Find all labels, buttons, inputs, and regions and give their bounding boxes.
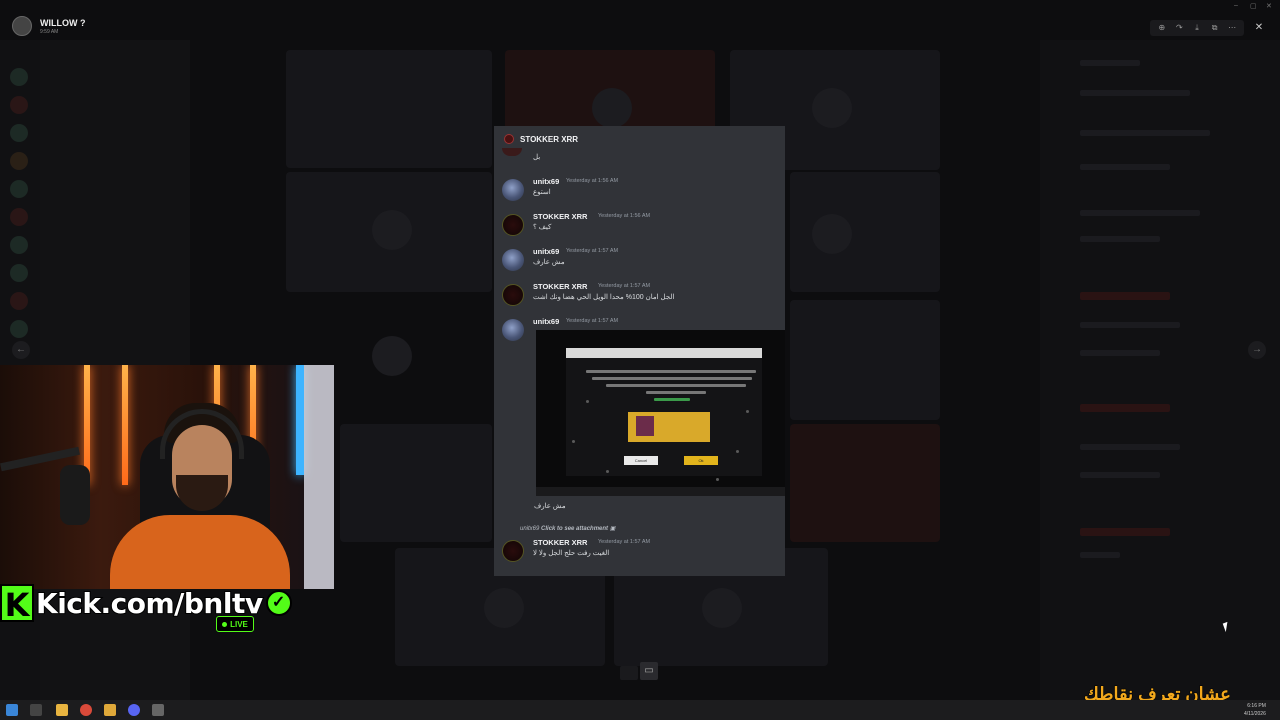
post-time: 9:59 AM (40, 28, 59, 35)
app-icon[interactable] (152, 704, 164, 716)
message-text: كيف ؟ (533, 224, 552, 231)
screen-icon: ▭ (640, 662, 658, 680)
windows-taskbar: 6:16 PM 4/11/2026 (0, 700, 1280, 720)
video-tile (340, 424, 492, 542)
author-name: STOKKER XRR (533, 212, 588, 221)
zoom-icon[interactable]: ⊕ (1156, 20, 1168, 36)
screenshare-indicator[interactable]: ▭ (620, 662, 660, 682)
chat-title: STOKKER XRR (520, 134, 579, 144)
chat-message: STOKKER XRR Yesterday at 1:57 AM الغيت ر… (502, 538, 777, 568)
participant-avatar (702, 588, 742, 628)
participant-avatar (372, 336, 412, 376)
attachment-image[interactable]: Cancel Ok (536, 330, 785, 496)
author-avatar (502, 214, 524, 236)
reply-preview[interactable]: unitx69 Click to see attachment ▣ (520, 525, 615, 532)
reply-action: Click to see attachment (541, 526, 609, 532)
more-icon[interactable]: ⋯ (1226, 20, 1238, 36)
live-badge: LIVE (216, 616, 254, 632)
author-avatar (502, 179, 524, 201)
message-text: الجل امان 100% محدا الويل الحي هضا ونك ا… (533, 294, 675, 301)
message-time: Yesterday at 1:57 AM (598, 539, 651, 545)
message-text: مش عارف (534, 503, 566, 510)
minimize-icon[interactable]: – (1234, 2, 1238, 9)
author-avatar (502, 540, 524, 562)
participant-avatar (372, 210, 412, 250)
author-name: STOKKER XRR (533, 538, 588, 547)
app-icon[interactable] (104, 704, 116, 716)
video-tile (790, 424, 940, 542)
live-label: LIVE (230, 619, 248, 629)
verified-icon: ✓ (265, 590, 292, 616)
message-text: بل (533, 154, 541, 161)
start-icon[interactable] (6, 704, 18, 716)
system-clock[interactable]: 6:16 PM 4/11/2026 (1244, 702, 1266, 718)
window-close-icon[interactable]: ✕ (1266, 2, 1272, 10)
video-tile (790, 300, 940, 420)
author-avatar (502, 319, 524, 341)
microphone (60, 465, 90, 525)
message-time: Yesterday at 1:57 AM (566, 318, 619, 324)
message-text: استوع (533, 189, 551, 196)
webcam-feed (0, 365, 334, 589)
chrome-icon[interactable] (80, 704, 92, 716)
user-avatar (12, 16, 32, 36)
message-text: مش عارف (533, 259, 565, 266)
image-icon: ▣ (609, 526, 616, 532)
next-arrow-icon[interactable]: → (1248, 341, 1266, 359)
user-name: WILLOW ? (40, 17, 86, 28)
close-viewer-icon[interactable]: ✕ (1252, 20, 1266, 36)
chat-message: unitx69 Yesterday at 1:56 AM استوع (502, 177, 777, 207)
live-dot-icon (222, 621, 228, 627)
discord-icon[interactable] (128, 704, 140, 716)
reply-author: unitx69 (520, 526, 540, 532)
previous-arrow-icon[interactable]: ← (12, 341, 30, 359)
chat-message: unitx69 Yesterday at 1:57 AM مش عارف (502, 247, 777, 277)
channel-avatar (504, 134, 514, 144)
chat-message: STOKKER XRR Yesterday at 1:56 AM كيف ؟ (502, 212, 777, 242)
file-explorer-icon[interactable] (56, 704, 68, 716)
maximize-icon[interactable]: ▢ (1250, 2, 1257, 10)
dialog-cancel-button[interactable]: Cancel (624, 456, 658, 465)
author-name: STOKKER XRR (533, 282, 588, 291)
dialog-ok-button[interactable]: Ok (684, 456, 718, 465)
kick-logo-icon: K (0, 584, 34, 624)
participant-avatar (812, 88, 852, 128)
chat-header: STOKKER XRR (494, 126, 785, 152)
download-icon[interactable]: ⤓ (1191, 20, 1203, 36)
message-text: الغيت رفت حلج الجل ولا لا (533, 550, 610, 557)
viewer-header: WILLOW ? 9:59 AM (12, 16, 85, 36)
author-name: unitx69 (533, 317, 560, 326)
participant-avatar (592, 88, 632, 128)
clock-time: 6:16 PM (1247, 703, 1266, 709)
open-external-icon[interactable]: ⧉ (1209, 20, 1221, 36)
author-name: unitx69 (533, 247, 560, 256)
author-avatar (502, 249, 524, 271)
forward-icon[interactable]: ↷ (1173, 20, 1185, 36)
message-time: Yesterday at 1:57 AM (566, 248, 619, 254)
thread-panel (1040, 40, 1280, 700)
chat-message: STOKKER XRR Yesterday at 1:57 AM الجل ام… (502, 282, 777, 312)
task-view-icon[interactable] (30, 704, 42, 716)
screen: WILLOW ? 9:59 AM – ▢ ✕ ⊕ ↷ ⤓ ⧉ ⋯ ✕ ← → S… (0, 0, 1280, 720)
clock-date: 4/11/2026 (1244, 711, 1266, 717)
message-time: Yesterday at 1:56 AM (566, 178, 619, 184)
message-time: Yesterday at 1:56 AM (598, 213, 651, 219)
message-time: Yesterday at 1:57 AM (598, 283, 651, 289)
author-name: unitx69 (533, 177, 560, 186)
participant-avatar (812, 214, 852, 254)
participant-avatar (484, 588, 524, 628)
media-toolbar: ⊕ ↷ ⤓ ⧉ ⋯ (1150, 20, 1244, 36)
kick-url: Kick.com/bnltv (35, 586, 264, 621)
video-tile (286, 50, 492, 168)
author-avatar (502, 284, 524, 306)
